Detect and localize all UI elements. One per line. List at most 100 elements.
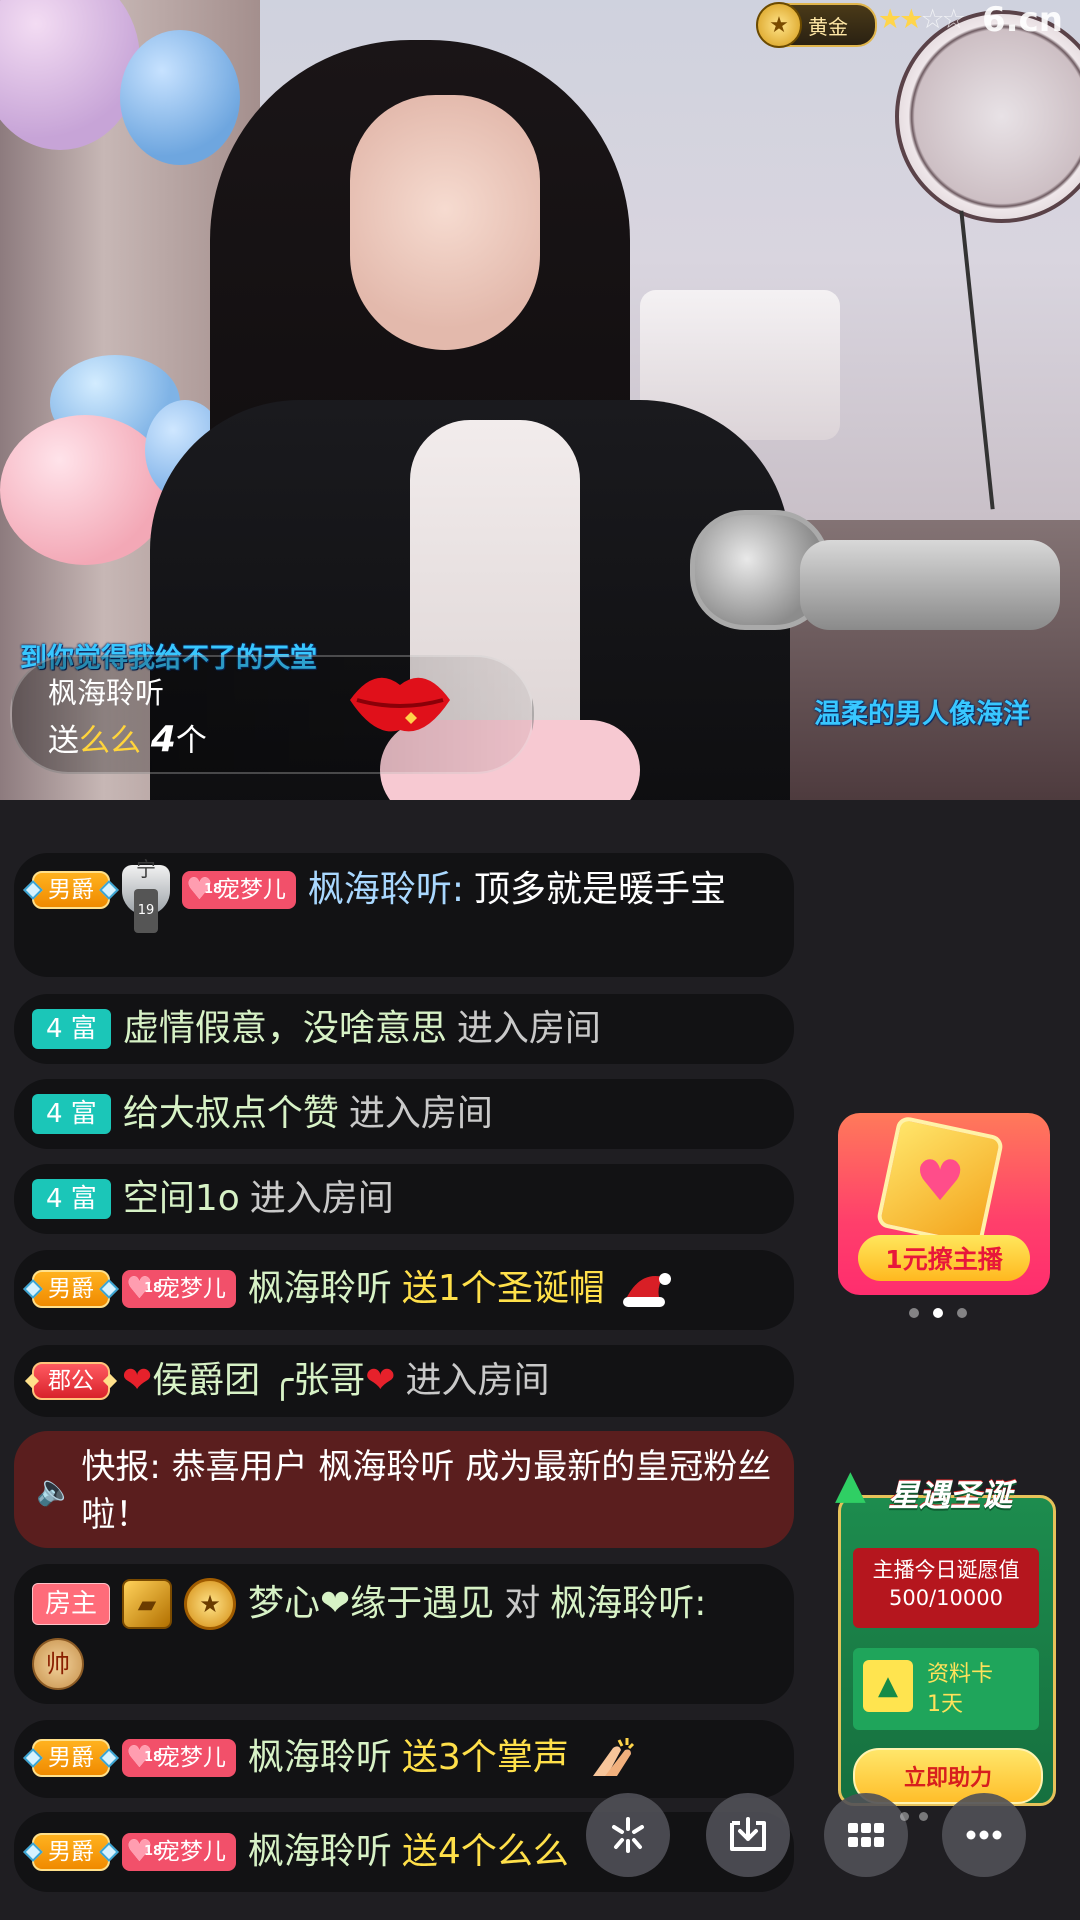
effects-button[interactable] bbox=[586, 1793, 670, 1877]
noble-badge: 男爵 bbox=[32, 1833, 110, 1871]
fan-badge-label: 宠梦儿 bbox=[216, 877, 286, 903]
chat-message[interactable]: 房主 ▰ ★ 梦心❤缘于遇见 对 枫海聆听: 帅 bbox=[14, 1564, 794, 1704]
kiss-lips-icon bbox=[350, 677, 450, 732]
chat-gift: 送3个掌声 bbox=[401, 1737, 569, 1778]
grid-icon bbox=[848, 1823, 884, 1847]
rich-level-badge: 4 富 bbox=[32, 1179, 111, 1219]
shirt-icon: ▲ bbox=[863, 1660, 913, 1712]
fan-badge-label: 宠梦儿 bbox=[156, 1839, 226, 1865]
star-icon: ★ bbox=[899, 4, 923, 35]
star-medal-icon: ★ bbox=[184, 1578, 237, 1630]
fan-badge: ♥ 18 宠梦儿 bbox=[122, 1739, 236, 1777]
noble-badge: 男爵 bbox=[32, 1270, 110, 1308]
chat-message[interactable]: 4 富 空间1o 进入房间 bbox=[14, 1164, 794, 1234]
santa-hat-icon bbox=[622, 1273, 671, 1307]
download-button[interactable] bbox=[706, 1793, 790, 1877]
wish-value-box: 主播今日诞愿值 500/10000 bbox=[853, 1548, 1039, 1628]
chat-message[interactable]: 4 富 给大叔点个赞 进入房间 bbox=[14, 1079, 794, 1149]
chat-username[interactable]: 空间1o bbox=[123, 1177, 240, 1221]
fan-level: 18 bbox=[204, 882, 223, 897]
gift-prefix: 送 bbox=[48, 723, 79, 759]
reward-box: ▲ 资料卡 1天 bbox=[853, 1648, 1039, 1730]
wish-label: 主播今日诞愿值 bbox=[872, 1558, 1020, 1582]
noble-badge: 男爵 bbox=[32, 1739, 110, 1777]
page-dot bbox=[909, 1308, 919, 1318]
chat-message[interactable]: 男爵 ♥ 18 宠梦儿 枫海聆听 送4个么么 bbox=[14, 1812, 794, 1892]
fan-badge-label: 宠梦儿 bbox=[156, 1276, 226, 1302]
wish-value: 500/10000 bbox=[889, 1586, 1003, 1610]
gift-count: 4 bbox=[150, 719, 176, 760]
level-badge-label: 黄金 bbox=[808, 14, 848, 39]
speaker-icon: 🔈 bbox=[36, 1473, 74, 1508]
rich-level-badge: 4 富 bbox=[32, 1094, 111, 1134]
chat-to: 对 bbox=[504, 1583, 541, 1624]
fan-badge-label: 宠梦儿 bbox=[156, 1745, 226, 1771]
chat-username[interactable]: 枫海聆听: bbox=[308, 868, 464, 912]
chat-target[interactable]: 枫海聆听: bbox=[550, 1582, 706, 1626]
stage-text-right: 温柔的男人像海洋 bbox=[814, 699, 1030, 730]
anchor-level-badge[interactable]: ★ 黄金 bbox=[756, 2, 877, 48]
chat-message[interactable]: 4 富 虚情假意，没啥意思 进入房间 bbox=[14, 994, 794, 1064]
chat-username[interactable]: 侯爵团 ╭张哥 bbox=[152, 1359, 365, 1403]
more-button[interactable] bbox=[942, 1793, 1026, 1877]
star-medal-icon: ★ bbox=[756, 2, 802, 48]
news-alert[interactable]: 🔈 快报: 恭喜用户 枫海聆听 成为最新的皇冠粉丝啦！ bbox=[14, 1431, 794, 1548]
heart-card-icon: ♥ bbox=[875, 1115, 1005, 1248]
chat-username[interactable]: 虚情假意，没啥意思 bbox=[123, 1007, 447, 1051]
guard-level: 19 bbox=[133, 889, 159, 933]
promo-page-dots bbox=[909, 1308, 967, 1318]
reward-name: 资料卡 bbox=[927, 1662, 994, 1687]
guard-label: 宁 bbox=[136, 857, 156, 881]
level-stars: ★★☆☆ bbox=[878, 4, 966, 35]
chat-message[interactable]: 男爵 ♥ 18 宠梦儿 枫海聆听 送3个掌声 bbox=[14, 1720, 794, 1798]
more-icon bbox=[966, 1830, 1002, 1840]
star-empty-icon: ☆ bbox=[941, 4, 966, 35]
chat-gift: 送4个么么 bbox=[401, 1831, 569, 1872]
christmas-event-widget[interactable]: ▲ 星遇圣诞 主播今日诞愿值 500/10000 ▲ 资料卡 1天 立即助力 bbox=[835, 1462, 1056, 1806]
microphone-body bbox=[800, 540, 1060, 630]
host-badge: 房主 bbox=[32, 1583, 111, 1625]
star-icon: ★ bbox=[878, 4, 902, 35]
promo-banner[interactable]: ♥ 1元撩主播 bbox=[838, 1113, 1050, 1295]
download-icon bbox=[730, 1817, 766, 1851]
chat-action: 进入房间 bbox=[456, 1008, 601, 1049]
fan-level: 18 bbox=[144, 1750, 163, 1765]
chat-action: 进入房间 bbox=[348, 1093, 493, 1134]
chat-username[interactable]: 枫海聆听 bbox=[248, 1830, 392, 1874]
page-dot-active bbox=[933, 1308, 943, 1318]
event-title: 星遇圣诞 bbox=[888, 1478, 1012, 1514]
chat-username[interactable]: 给大叔点个赞 bbox=[123, 1092, 339, 1136]
live-video[interactable]: 到你觉得我给不了的天堂 温柔的男人像海洋 枫海聆听 送么么 4个 ★ 黄金 ★★… bbox=[0, 0, 1080, 800]
apps-button[interactable] bbox=[824, 1793, 908, 1877]
balloon bbox=[0, 415, 170, 565]
gold-bar-icon: ▰ bbox=[122, 1579, 173, 1629]
fan-badge: ♥ 18 宠梦儿 bbox=[122, 1270, 236, 1308]
xmas-page-dots bbox=[900, 1812, 928, 1821]
gift-name: 么么 bbox=[79, 723, 141, 759]
chat-message[interactable]: 男爵 ♥ 18 宠梦儿 枫海聆听 送1个圣诞帽 bbox=[14, 1250, 794, 1330]
chat-username[interactable]: 枫海聆听 bbox=[248, 1736, 392, 1780]
fan-level: 18 bbox=[144, 1844, 163, 1859]
rich-level-badge: 4 富 bbox=[32, 1009, 111, 1049]
chess-piece-icon: 帅 bbox=[32, 1638, 84, 1690]
chat-username[interactable]: 枫海聆听 bbox=[248, 1267, 392, 1311]
heart-icon: ❤ bbox=[365, 1360, 396, 1401]
page-dot bbox=[919, 1812, 928, 1821]
star-empty-icon: ☆ bbox=[920, 4, 944, 35]
page-dot bbox=[900, 1812, 909, 1821]
fan-badge: ♥ 18 宠梦儿 bbox=[182, 871, 296, 909]
fan-level: 18 bbox=[144, 1281, 163, 1296]
chat-message[interactable]: 郡公 ❤ 侯爵团 ╭张哥 ❤ 进入房间 bbox=[14, 1345, 794, 1417]
chat-action: 进入房间 bbox=[405, 1360, 550, 1401]
fan-badge: ♥ 18 宠梦儿 bbox=[122, 1833, 236, 1871]
chat-gift: 送1个圣诞帽 bbox=[401, 1268, 605, 1309]
site-watermark: 6.cn bbox=[982, 0, 1063, 40]
chat-username[interactable]: 梦心❤缘于遇见 bbox=[248, 1582, 494, 1626]
chat-message[interactable]: 男爵 宁 19 ♥ 18 宠梦儿 枫海聆听: 顶多就是暖手宝 bbox=[14, 853, 794, 977]
chat-action: 进入房间 bbox=[249, 1178, 394, 1219]
sparkle-icon bbox=[612, 1817, 644, 1853]
promo-button[interactable]: 1元撩主播 bbox=[858, 1235, 1030, 1281]
gift-banner-user: 枫海聆听 bbox=[48, 676, 165, 710]
heart-icon: ❤ bbox=[122, 1360, 153, 1401]
streamer-face bbox=[350, 95, 540, 350]
